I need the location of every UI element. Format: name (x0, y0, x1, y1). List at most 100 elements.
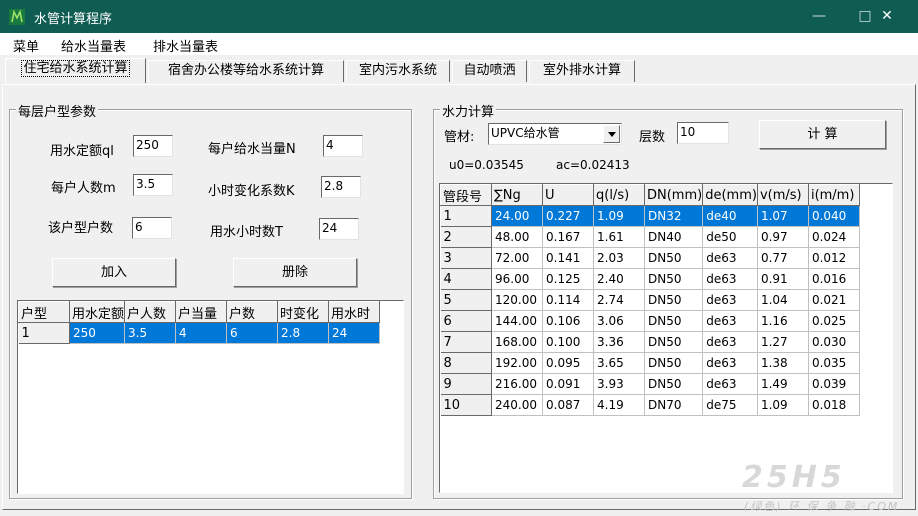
table-cell[interactable]: de63 (702, 289, 758, 311)
eq-input[interactable]: 4 (323, 135, 363, 157)
table-cell[interactable]: 0.141 (542, 247, 594, 269)
table-cell[interactable]: 0.039 (808, 373, 860, 395)
table-cell[interactable]: 3.93 (593, 373, 645, 395)
table-cell[interactable]: 240.00 (491, 394, 543, 416)
hours-input[interactable]: 24 (319, 218, 359, 240)
right-column-header[interactable]: i(m/m) (807, 184, 860, 206)
k-input[interactable]: 2.8 (321, 176, 361, 198)
right-column-header[interactable]: U (542, 184, 594, 206)
menu-drainage-table[interactable]: 排水当量表 (153, 36, 218, 55)
table-cell[interactable]: 0.77 (757, 247, 809, 269)
table-cell[interactable]: 120.00 (491, 289, 543, 311)
row-header-cell[interactable]: 5 (440, 289, 492, 311)
table-cell[interactable]: 0.106 (542, 310, 594, 332)
tab-indoor-sewage[interactable]: 室内污水系统 (346, 60, 450, 82)
table-cell[interactable]: 0.016 (808, 268, 860, 290)
table-cell[interactable]: 3.65 (593, 352, 645, 374)
right-column-header[interactable]: v(m/s) (756, 184, 809, 206)
table-cell[interactable]: 96.00 (491, 268, 543, 290)
tab-dormitory-supply[interactable]: 宿舍办公楼等给水系统计算 (148, 60, 344, 82)
table-cell[interactable]: DN50 (644, 373, 704, 395)
row-header-cell[interactable]: 10 (440, 394, 492, 416)
row-header-cell[interactable]: 2 (440, 226, 492, 248)
table-cell[interactable]: 72.00 (491, 247, 543, 269)
table-cell[interactable]: DN50 (644, 247, 704, 269)
table-cell[interactable]: 0.227 (542, 205, 594, 227)
left-column-header[interactable]: 户人数 (124, 301, 177, 323)
menu-water-supply-table[interactable]: 给水当量表 (61, 36, 126, 55)
row-header-cell[interactable]: 1 (18, 322, 70, 344)
units-input[interactable]: 6 (132, 217, 172, 239)
persons-input[interactable]: 3.5 (133, 174, 173, 196)
table-cell[interactable]: 168.00 (491, 331, 543, 353)
table-row[interactable]: 9 216.00 0.091 3.93 DN50 de63 1.49 0.039 (440, 373, 860, 395)
unit-type-grid[interactable]: 户型 用水定额 户人数 户当量 户数 时变化 用水时 1 250 3.5 4 6 2.8 24 (17, 300, 404, 494)
left-column-header[interactable]: 用水时 (328, 301, 381, 323)
table-cell[interactable]: DN50 (644, 310, 704, 332)
table-cell[interactable]: 24.00 (491, 205, 543, 227)
left-column-header[interactable]: 户数 (226, 301, 279, 323)
table-cell[interactable]: 0.087 (542, 394, 594, 416)
table-cell[interactable]: 1.09 (757, 394, 809, 416)
table-cell[interactable]: 1.61 (593, 226, 645, 248)
table-cell[interactable]: 1.38 (757, 352, 809, 374)
table-cell[interactable]: DN50 (644, 352, 704, 374)
table-cell[interactable]: 0.095 (542, 352, 594, 374)
table-cell[interactable]: 1.04 (757, 289, 809, 311)
table-row[interactable]: 7 168.00 0.100 3.36 DN50 de63 1.27 0.030 (440, 331, 860, 353)
row-header-cell[interactable]: 3 (440, 247, 492, 269)
table-cell[interactable]: 2.8 (277, 322, 330, 344)
table-cell[interactable]: 3.06 (593, 310, 645, 332)
table-cell[interactable]: DN50 (644, 289, 704, 311)
tab-outdoor-drainage[interactable]: 室外排水计算 (529, 60, 635, 82)
table-cell[interactable]: DN50 (644, 331, 704, 353)
table-cell[interactable]: de50 (702, 226, 758, 248)
table-cell[interactable]: 0.97 (757, 226, 809, 248)
left-column-header[interactable]: 时变化 (277, 301, 330, 323)
table-row[interactable]: 1 24.00 0.227 1.09 DN32 de40 1.07 0.040 (440, 205, 860, 227)
table-cell[interactable]: DN50 (644, 268, 704, 290)
table-cell[interactable]: 1.27 (757, 331, 809, 353)
table-cell[interactable]: 0.018 (808, 394, 860, 416)
menu-main[interactable]: 菜单 (13, 36, 39, 55)
table-cell[interactable]: 0.114 (542, 289, 594, 311)
right-column-header[interactable]: ∑Ng (491, 184, 543, 206)
table-cell[interactable]: de63 (702, 247, 758, 269)
table-cell[interactable]: 24 (328, 322, 381, 344)
table-cell[interactable]: de63 (702, 331, 758, 353)
table-cell[interactable]: 2.40 (593, 268, 645, 290)
dropdown-button[interactable] (603, 125, 620, 143)
table-row[interactable]: 1 250 3.5 4 6 2.8 24 (18, 322, 381, 344)
table-cell[interactable]: 0.167 (542, 226, 594, 248)
table-cell[interactable]: DN32 (644, 205, 704, 227)
table-cell[interactable]: 250 (69, 322, 126, 344)
row-header-cell[interactable]: 7 (440, 331, 492, 353)
row-header-cell[interactable]: 8 (440, 352, 492, 374)
quota-input[interactable]: 250 (133, 135, 173, 157)
right-column-header[interactable]: q(l/s) (593, 184, 645, 206)
table-cell[interactable]: 2.74 (593, 289, 645, 311)
row-header-cell[interactable]: 1 (440, 205, 492, 227)
tab-sprinkler[interactable]: 自动喷洒 (452, 60, 527, 82)
table-cell[interactable]: 1.07 (757, 205, 809, 227)
calculate-button[interactable]: 计 算 (759, 120, 886, 149)
table-cell[interactable]: DN40 (644, 226, 704, 248)
table-cell[interactable]: 1.16 (757, 310, 809, 332)
right-column-header[interactable]: DN(mm) (643, 184, 704, 206)
table-cell[interactable]: de40 (702, 205, 758, 227)
table-cell[interactable]: 4 (175, 322, 228, 344)
table-cell[interactable]: 0.91 (757, 268, 809, 290)
table-cell[interactable]: 0.125 (542, 268, 594, 290)
add-button[interactable]: 加入 (52, 258, 176, 287)
table-row[interactable]: 4 96.00 0.125 2.40 DN50 de63 0.91 0.016 (440, 268, 860, 290)
table-row[interactable]: 8 192.00 0.095 3.65 DN50 de63 1.38 0.035 (440, 352, 860, 374)
delete-button[interactable]: 册除 (233, 258, 357, 287)
table-row[interactable]: 3 72.00 0.141 2.03 DN50 de63 0.77 0.012 (440, 247, 860, 269)
table-cell[interactable]: 0.035 (808, 352, 860, 374)
table-cell[interactable]: 1.09 (593, 205, 645, 227)
table-cell[interactable]: 1.49 (757, 373, 809, 395)
table-cell[interactable]: 3.36 (593, 331, 645, 353)
table-cell[interactable]: 0.025 (808, 310, 860, 332)
table-cell[interactable]: 0.021 (808, 289, 860, 311)
material-select[interactable]: UPVC给水管 (488, 123, 622, 145)
